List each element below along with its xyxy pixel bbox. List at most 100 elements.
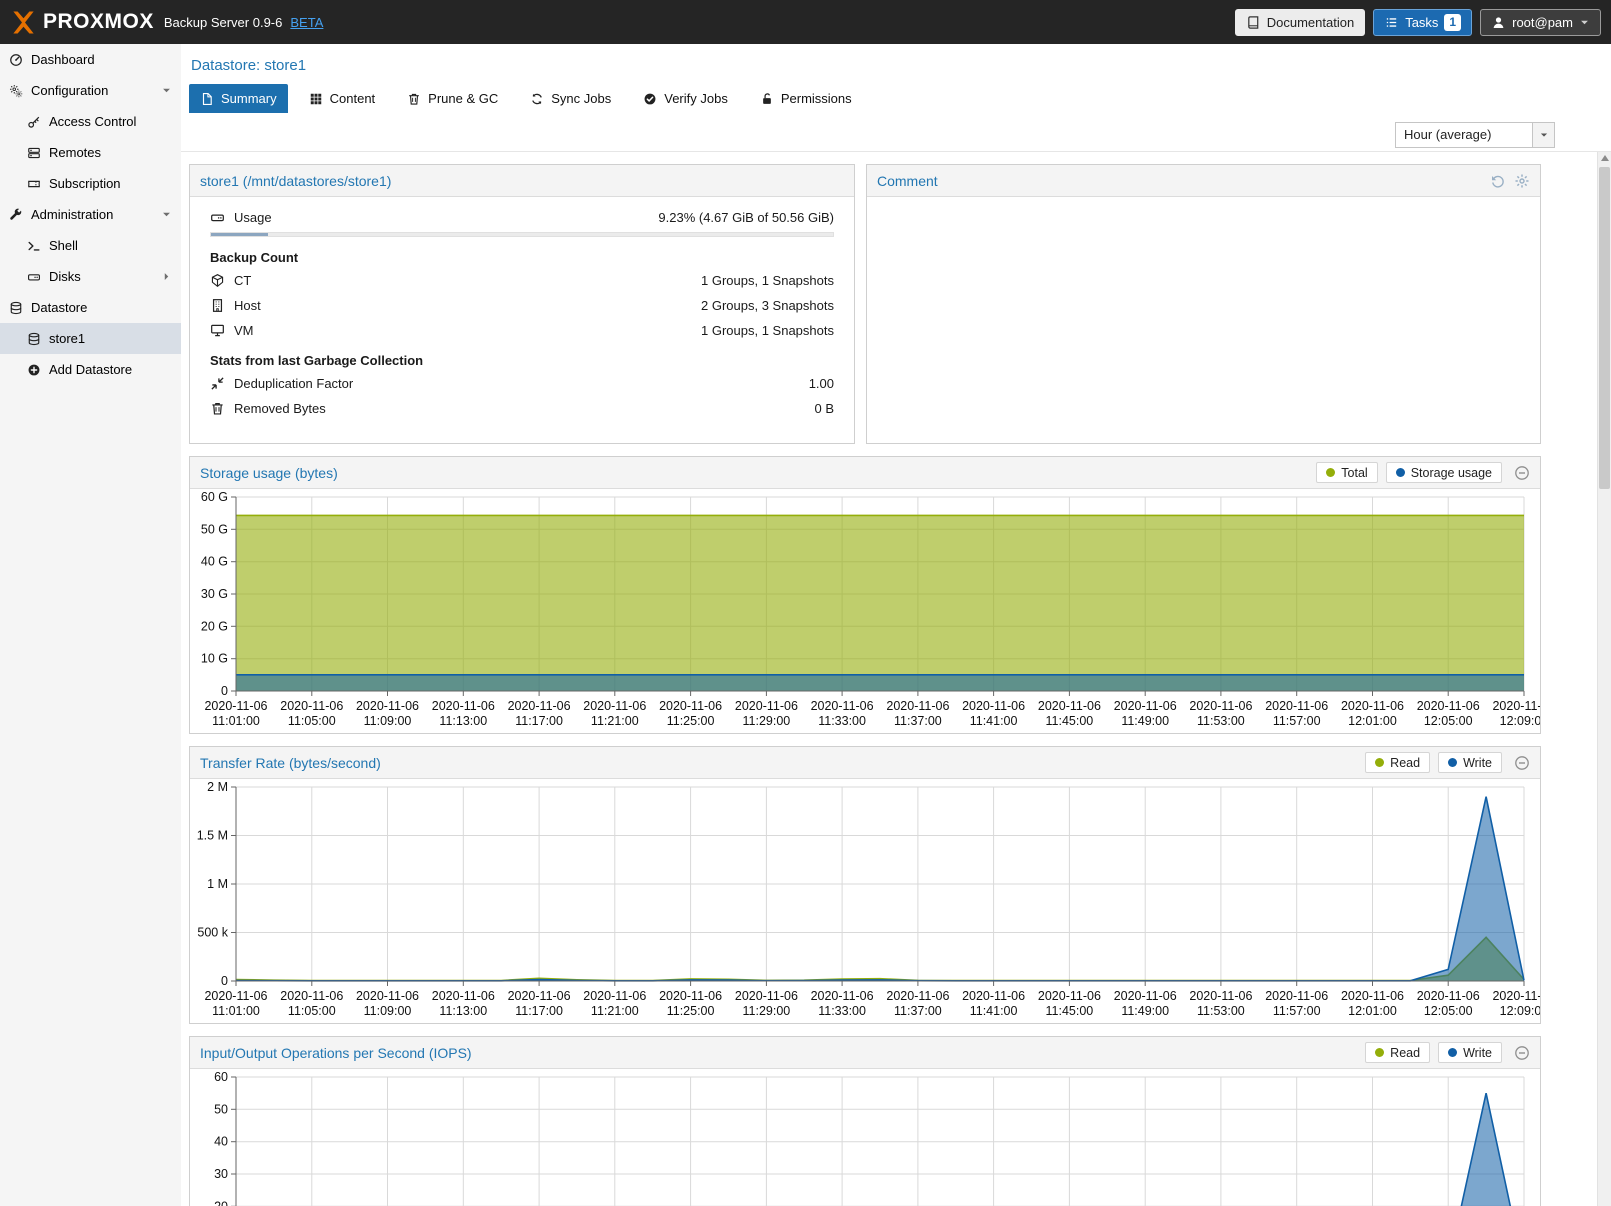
svg-text:2 M: 2 M [207,780,228,794]
iops-panel: Input/Output Operations per Second (IOPS… [189,1036,1541,1206]
host-label: Host [234,298,261,313]
legend-item-write[interactable]: Write [1438,1042,1502,1063]
building-icon [210,298,225,313]
sidebar-item-shell[interactable]: Shell [0,230,181,261]
topbar-actions: Documentation Tasks 1 root@pam [1235,9,1601,36]
page-title: Datastore: store1 [181,44,1611,84]
sidebar-item-add-datastore[interactable]: Add Datastore [0,354,181,385]
legend-item-read[interactable]: Read [1365,752,1430,773]
tasks-list-icon [1384,15,1399,30]
collapse-icon[interactable] [1514,1045,1530,1061]
svg-text:2020-11-06: 2020-11-06 [1265,989,1328,1003]
sidebar-item-remotes[interactable]: Remotes [0,137,181,168]
svg-text:2020-11-06: 2020-11-06 [659,699,722,713]
svg-text:1.5 M: 1.5 M [197,829,228,843]
svg-text:30: 30 [214,1167,228,1181]
scrollbar-thumb[interactable] [1599,167,1610,489]
host-value: 2 Groups, 3 Snapshots [701,298,834,313]
collapse-icon[interactable] [1514,755,1530,771]
sidebar-item-store1[interactable]: store1 [0,323,181,354]
user-icon [1491,15,1506,30]
tab-label: Verify Jobs [664,91,728,106]
sidebar-item-disks[interactable]: Disks [0,261,181,292]
tab-verify-jobs[interactable]: Verify Jobs [632,84,739,113]
svg-text:11:33:00: 11:33:00 [818,714,866,728]
chevron-down-icon[interactable] [161,209,172,220]
legend-label: Storage usage [1411,466,1492,480]
datastore-summary-panel: store1 (/mnt/datastores/store1) Usage 9.… [189,164,855,444]
tab-content[interactable]: Content [298,84,387,113]
tab-permissions[interactable]: Permissions [749,84,863,113]
svg-text:20 G: 20 G [201,619,228,633]
ct-count-row: CT 1 Groups, 1 Snapshots [210,268,834,293]
vertical-scrollbar[interactable] [1597,152,1611,1206]
scroll-up-arrow[interactable] [1601,155,1609,161]
sidebar-item-subscription[interactable]: Subscription [0,168,181,199]
user-menu-button[interactable]: root@pam [1480,9,1601,36]
documentation-button[interactable]: Documentation [1235,9,1365,36]
tab-label: Sync Jobs [551,91,611,106]
server-icon [27,146,41,160]
svg-text:2020-11-06: 2020-11-06 [1189,699,1252,713]
legend-item-read[interactable]: Read [1365,1042,1430,1063]
svg-text:11:53:00: 11:53:00 [1197,1004,1245,1018]
svg-text:2020-11-06: 2020-11-06 [432,699,495,713]
dedup-value: 1.00 [809,376,834,391]
dashboard-gauge-icon [9,53,23,67]
backup-count-heading: Backup Count [210,240,834,268]
legend-item-total[interactable]: Total [1316,462,1377,483]
usage-progress-bar [210,232,834,237]
collapse-icon[interactable] [1514,465,1530,481]
svg-text:2020-11-06: 2020-11-06 [1417,989,1480,1003]
chevron-right-icon[interactable] [161,271,172,282]
legend-item-write[interactable]: Write [1438,752,1502,773]
sidebar-item-dashboard[interactable]: Dashboard [0,44,181,75]
sidebar-item-configuration[interactable]: Configuration [0,75,181,106]
svg-text:11:17:00: 11:17:00 [515,714,563,728]
file-icon [200,92,214,106]
host-count-row: Host 2 Groups, 3 Snapshots [210,293,834,318]
database-icon [27,332,41,346]
sidebar: Dashboard Configuration Access Control R… [0,44,181,1206]
svg-text:12:05:00: 12:05:00 [1424,1004,1473,1018]
gear-icon[interactable] [1514,173,1530,189]
sidebar-item-administration[interactable]: Administration [0,199,181,230]
svg-text:2020-11-06: 2020-11-06 [508,989,571,1003]
combo-trigger[interactable] [1532,123,1554,147]
svg-text:2020-11-06: 2020-11-06 [811,989,874,1003]
svg-text:12:09:00: 12:09:00 [1500,714,1540,728]
svg-text:2020-11-06: 2020-11-06 [1189,989,1252,1003]
sidebar-item-datastore[interactable]: Datastore [0,292,181,323]
tab-label: Summary [221,91,277,106]
svg-text:11:53:00: 11:53:00 [1197,714,1245,728]
reload-icon[interactable] [1490,173,1506,189]
cube-icon [210,273,225,288]
sidebar-item-label: Disks [49,269,81,284]
timeframe-select[interactable]: Hour (average) [1395,122,1555,148]
svg-text:11:13:00: 11:13:00 [439,714,487,728]
svg-text:30 G: 30 G [201,587,228,601]
legend-item-storage-usage[interactable]: Storage usage [1386,462,1502,483]
tab-prune-gc[interactable]: Prune & GC [396,84,509,113]
tab-summary[interactable]: Summary [189,84,288,113]
wrench-icon [9,208,23,222]
sync-icon [530,92,544,106]
sidebar-item-label: Configuration [31,83,108,98]
sidebar-item-label: Access Control [49,114,136,129]
chevron-down-icon[interactable] [161,85,172,96]
tasks-button[interactable]: Tasks 1 [1373,9,1472,36]
tab-sync-jobs[interactable]: Sync Jobs [519,84,622,113]
transfer-rate-panel: Transfer Rate (bytes/second) Read Write … [189,746,1541,1024]
storage-chart-title: Storage usage (bytes) [200,465,338,481]
svg-text:2020-11-06: 2020-11-06 [659,989,722,1003]
svg-text:11:41:00: 11:41:00 [970,1004,1018,1018]
svg-text:11:41:00: 11:41:00 [970,714,1018,728]
legend-label: Total [1341,466,1367,480]
beta-link[interactable]: BETA [290,15,323,30]
legend-dot-read [1375,1048,1384,1057]
sidebar-item-access-control[interactable]: Access Control [0,106,181,137]
proxmox-x-icon [10,9,37,36]
svg-text:2020-11-06: 2020-11-06 [508,699,571,713]
svg-text:11:57:00: 11:57:00 [1273,714,1321,728]
iops-chart-title: Input/Output Operations per Second (IOPS… [200,1045,472,1061]
